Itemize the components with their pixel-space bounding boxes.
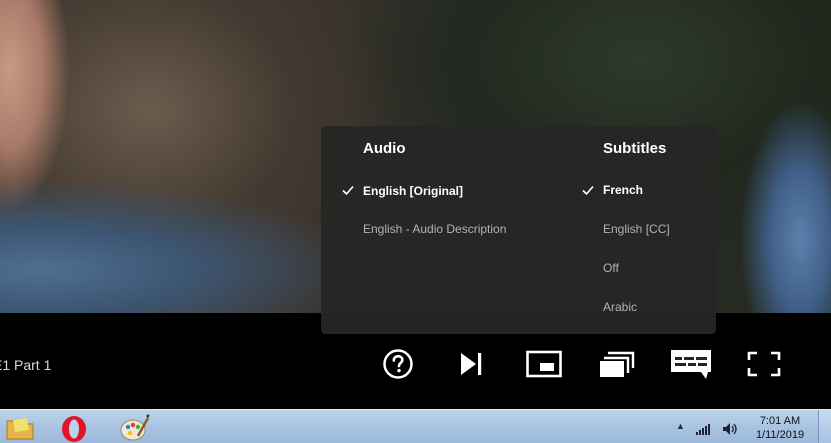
taskbar: ▲ 7:01 AM 1/11/2019 (0, 409, 831, 443)
subtitle-option-off[interactable]: Off (603, 261, 619, 275)
audio-title: Audio (363, 140, 406, 157)
check-icon (582, 185, 594, 196)
clock-time: 7:01 AM (759, 415, 801, 427)
folder-icon (6, 417, 34, 440)
help-button[interactable] (380, 348, 416, 380)
subtitle-option-arabic[interactable]: Arabic (603, 300, 637, 314)
episodes-icon (600, 351, 635, 377)
check-icon (342, 185, 354, 196)
fullscreen-button[interactable] (746, 348, 782, 380)
taskbar-item-opera[interactable] (54, 412, 94, 443)
help-icon (383, 349, 413, 379)
show-desktop-button[interactable] (818, 410, 831, 443)
opera-icon (62, 416, 86, 442)
network-icon[interactable] (696, 423, 714, 435)
fullscreen-icon (747, 351, 781, 377)
next-episode-button[interactable] (453, 348, 489, 380)
audio-option-english-audio-description[interactable]: English - Audio Description (363, 222, 506, 236)
subtitle-option-french[interactable]: French (603, 183, 643, 197)
taskbar-item-paint[interactable] (114, 412, 154, 443)
taskbar-item-explorer[interactable] (0, 412, 40, 443)
subtitles-title: Subtitles (603, 140, 667, 157)
volume-icon[interactable] (722, 422, 738, 436)
episodes-button[interactable] (599, 348, 635, 380)
subtitles-audio-icon (671, 350, 711, 379)
clock-date: 1/11/2019 (755, 429, 805, 441)
picture-in-picture-icon (526, 350, 562, 378)
audio-subtitles-button[interactable] (670, 348, 712, 380)
episode-label: E1 Part 1 (0, 357, 52, 373)
subtitle-option-english-cc[interactable]: English [CC] (603, 222, 670, 236)
audio-subtitles-menu: Audio English [Original] English - Audio… (321, 126, 716, 334)
picture-in-picture-button[interactable] (526, 348, 562, 380)
audio-option-english-original[interactable]: English [Original] (363, 184, 463, 198)
next-episode-icon (461, 353, 482, 375)
taskbar-clock[interactable]: 7:01 AM 1/11/2019 (748, 414, 812, 442)
tray-expand-icon[interactable]: ▲ (676, 421, 685, 431)
paint-icon (120, 414, 150, 441)
